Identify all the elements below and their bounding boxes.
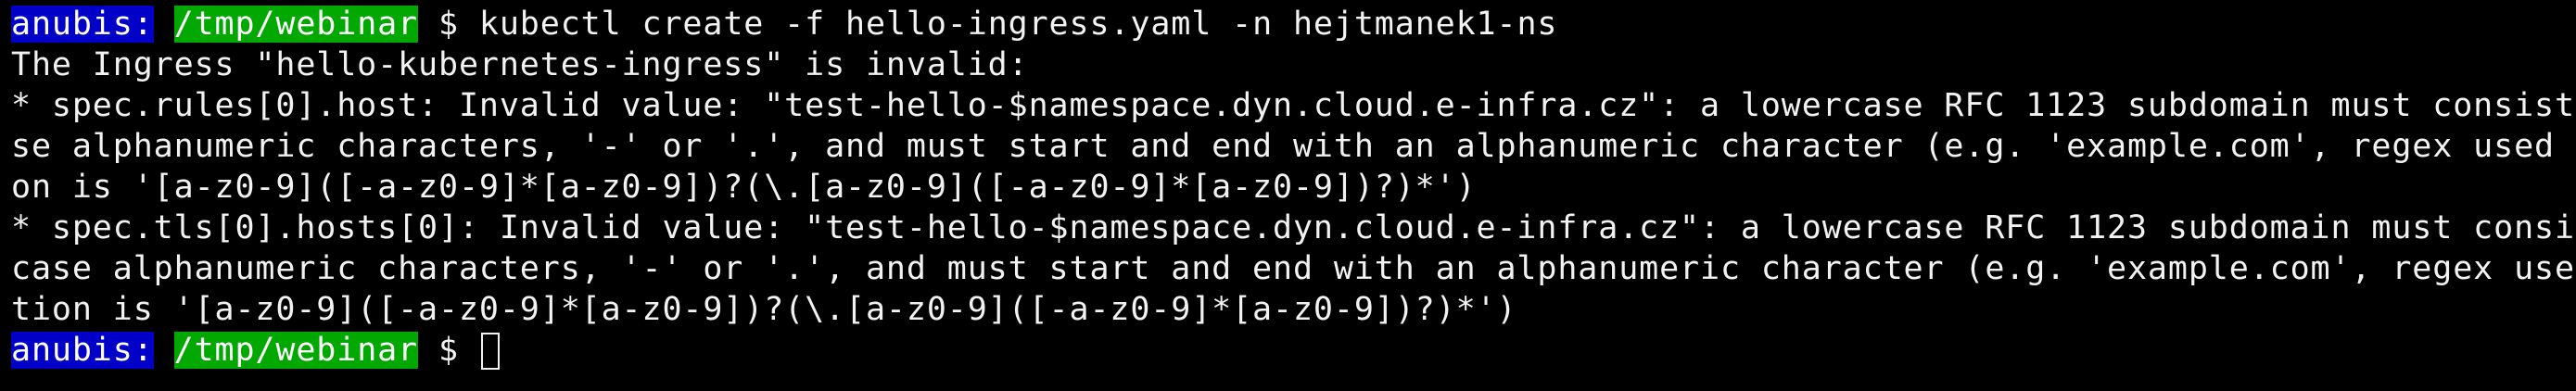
command-text: kubectl create -f hello-ingress.yaml -n …	[478, 6, 1558, 43]
terminal-window[interactable]: anubis: /tmp/webinar $ kubectl create -f…	[0, 0, 2576, 391]
text-cursor[interactable]	[480, 333, 500, 370]
prompt-host: anubis:	[11, 332, 154, 369]
output-line: * spec.rules[0].host: Invalid value: "te…	[11, 87, 2576, 124]
prompt-host: anubis:	[11, 6, 154, 43]
prompt-path: /tmp/webinar	[173, 6, 419, 43]
active-prompt-line[interactable]: anubis: /tmp/webinar $	[11, 330, 2576, 371]
prompt-path: /tmp/webinar	[173, 332, 419, 369]
output-line: tion is '[a-z0-9]([-a-z0-9]*[a-z0-9])?(\…	[11, 291, 1517, 328]
output-line: The Ingress "hello-kubernetes-ingress" i…	[11, 46, 1029, 83]
command-line: anubis: /tmp/webinar $ kubectl create -f…	[11, 4, 2576, 44]
output-line: * spec.tls[0].hosts[0]: Invalid value: "…	[11, 209, 2576, 246]
prompt-symbol: $	[418, 6, 479, 43]
prompt-symbol: $	[418, 332, 479, 369]
output-line: se alphanumeric characters, '-' or '.', …	[11, 128, 2576, 165]
output-line: case alphanumeric characters, '-' or '.'…	[11, 250, 2576, 287]
output-line: on is '[a-z0-9]([-a-z0-9]*[a-z0-9])?(\.[…	[11, 169, 1477, 206]
